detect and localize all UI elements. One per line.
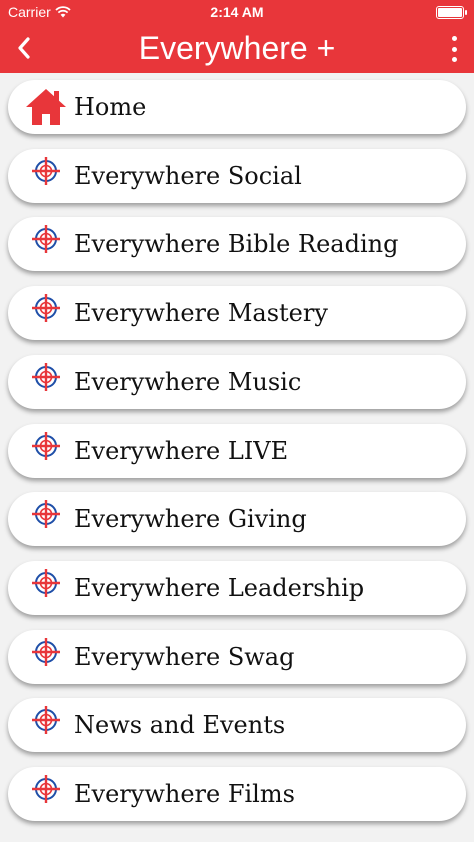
menu-item-label: Everywhere Films [74, 780, 295, 808]
menu-item[interactable]: Everywhere Bible Reading [8, 217, 466, 272]
menu-item[interactable]: Everywhere Giving [8, 492, 466, 547]
status-bar: Carrier 2:14 AM [0, 0, 474, 24]
menu-item[interactable]: Everywhere Music [8, 354, 466, 409]
menu-item-label: Everywhere Swag [74, 642, 295, 671]
menu-item[interactable]: Everywhere Mastery [8, 286, 466, 341]
more-options-button[interactable] [448, 36, 460, 62]
everywhere-crosshair-logo-icon [24, 222, 68, 266]
back-button[interactable] [12, 34, 36, 62]
everywhere-crosshair-logo-icon [24, 497, 68, 541]
menu-item-label: Everywhere Social [74, 161, 302, 190]
everywhere-crosshair-logo-icon [24, 154, 68, 198]
menu-item[interactable]: Everywhere Leadership [8, 560, 466, 615]
home-icon [24, 85, 68, 129]
menu-item[interactable]: Everywhere Films [8, 767, 466, 821]
menu-item[interactable]: Everywhere LIVE [8, 423, 466, 478]
more-dot-icon [451, 46, 457, 52]
battery-icon [436, 6, 467, 19]
status-time: 2:14 AM [210, 4, 264, 20]
page-title: Everywhere + [138, 30, 336, 66]
menu-item-label: Everywhere Music [74, 367, 302, 396]
everywhere-crosshair-logo-icon [24, 360, 68, 404]
chevron-left-icon [18, 37, 30, 59]
everywhere-crosshair-logo-icon [24, 566, 68, 610]
app-header: Carrier 2:14 AM Everywhere + [0, 0, 474, 73]
everywhere-crosshair-logo-icon [24, 772, 68, 816]
more-dot-icon [451, 57, 457, 62]
menu-item[interactable]: Everywhere Swag [8, 629, 466, 684]
menu-item-label: Everywhere Mastery [74, 299, 328, 328]
everywhere-crosshair-logo-icon [24, 429, 68, 473]
menu-item-label: Everywhere Giving [74, 505, 307, 534]
menu-item-label: Everywhere Bible Reading [74, 230, 399, 259]
menu-item-label: Everywhere Leadership [74, 573, 365, 602]
menu-item-label: Home [74, 93, 147, 121]
navigation-bar: Everywhere + [0, 24, 474, 73]
more-dot-icon [451, 36, 457, 41]
menu-item-label: Everywhere LIVE [74, 436, 289, 465]
menu-item[interactable]: News and Events [8, 698, 466, 753]
menu-item-label: News and Events [74, 711, 286, 740]
menu-item[interactable]: Home [8, 80, 466, 134]
menu-item[interactable]: Everywhere Social [8, 148, 466, 203]
everywhere-crosshair-logo-icon [24, 291, 68, 335]
everywhere-crosshair-logo-icon [24, 635, 68, 679]
everywhere-crosshair-logo-icon [24, 703, 68, 747]
